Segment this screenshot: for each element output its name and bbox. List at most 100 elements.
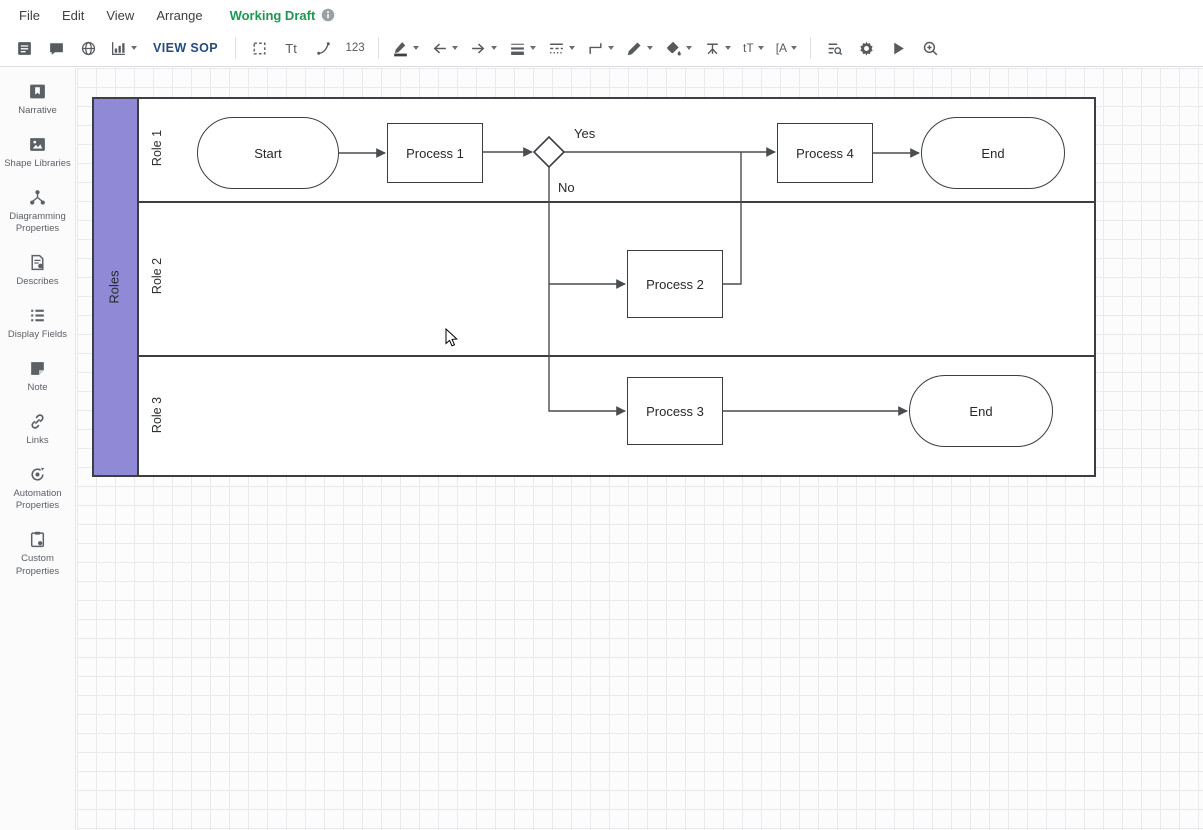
node-process3[interactable]: Process 3 <box>627 377 723 445</box>
chevron-down-icon <box>569 46 575 50</box>
node-process2[interactable]: Process 2 <box>627 250 723 318</box>
sidebar-item-label: Narrative <box>18 105 57 118</box>
text-format-label: [A <box>776 41 787 55</box>
chevron-down-icon <box>413 46 419 50</box>
chart-button[interactable] <box>104 34 143 62</box>
edge-label-yes[interactable]: Yes <box>574 126 595 141</box>
menu-view[interactable]: View <box>95 8 145 23</box>
menu-file[interactable]: File <box>8 8 51 23</box>
sidebar-item-label: Display Fields <box>8 329 67 342</box>
node-end-1[interactable]: End <box>921 117 1065 189</box>
text-tool-button[interactable]: Tt <box>275 34 307 62</box>
edge-label-no[interactable]: No <box>558 180 575 195</box>
view-sop-button[interactable]: VIEW SOP <box>143 34 228 62</box>
line-start-arrow-button[interactable] <box>425 34 464 62</box>
chevron-down-icon <box>530 46 536 50</box>
connector-tool-button[interactable] <box>307 34 339 62</box>
font-size-label: tT <box>743 41 754 55</box>
node-start[interactable]: Start <box>197 117 339 189</box>
text-format-button[interactable]: [A <box>770 34 803 62</box>
document-icon <box>16 40 33 57</box>
diagramming-properties-icon <box>28 188 47 207</box>
line-color-button[interactable] <box>386 34 425 62</box>
sidebar-item-narrative[interactable]: Narrative <box>2 82 74 118</box>
connector-shape-button[interactable] <box>581 34 620 62</box>
connector-icon <box>315 40 332 57</box>
sidebar-item-custom-properties[interactable]: Custom Properties <box>2 530 74 579</box>
sidebar-item-label: Diagramming Properties <box>2 211 74 237</box>
display-fields-icon <box>28 306 47 325</box>
comment-button[interactable] <box>40 34 72 62</box>
links-icon <box>28 412 47 431</box>
connector-decision-no-to-process3[interactable] <box>549 167 625 411</box>
sidebar-item-diagramming-properties[interactable]: Diagramming Properties <box>2 188 74 237</box>
pencil-icon <box>626 40 643 57</box>
sidebar-item-links[interactable]: Links <box>2 412 74 448</box>
line-style-icon <box>548 40 565 57</box>
settings-button[interactable] <box>850 34 882 62</box>
automation-properties-icon <box>28 465 47 484</box>
sidebar-item-display-fields[interactable]: Display Fields <box>2 306 74 342</box>
chevron-down-icon <box>686 46 692 50</box>
left-sidebar: Narrative Shape Libraries Diagramming Pr… <box>0 68 76 830</box>
marquee-select-button[interactable] <box>243 34 275 62</box>
document-status[interactable]: Working Draft <box>230 8 336 23</box>
sidebar-item-describes[interactable]: Describes <box>2 253 74 289</box>
conditional-formatting-icon <box>826 40 843 57</box>
line-style-button[interactable] <box>542 34 581 62</box>
zoom-button[interactable] <box>914 34 946 62</box>
node-process4[interactable]: Process 4 <box>777 123 873 183</box>
line-end-arrow-button[interactable] <box>464 34 503 62</box>
diagram-canvas[interactable]: Roles Role 1 Role 2 Role 3 Start Process… <box>77 68 1203 830</box>
decision-diamond[interactable] <box>534 137 564 167</box>
document-status-label: Working Draft <box>230 8 316 23</box>
menu-arrange[interactable]: Arrange <box>145 8 213 23</box>
line-color-icon <box>392 40 409 57</box>
font-size-button[interactable]: tT <box>737 34 770 62</box>
menu-edit[interactable]: Edit <box>51 8 95 23</box>
chevron-down-icon <box>452 46 458 50</box>
line-end-arrow-icon <box>470 40 487 57</box>
toolbar-separator <box>810 37 811 59</box>
narrative-icon <box>28 82 47 101</box>
play-icon <box>890 40 907 57</box>
sidebar-item-automation-properties[interactable]: Automation Properties <box>2 465 74 514</box>
toolbar-separator <box>378 37 379 59</box>
numbering-button[interactable]: 123 <box>339 34 371 62</box>
mouse-cursor <box>445 328 460 349</box>
border-color-button[interactable] <box>620 34 659 62</box>
marquee-select-icon <box>251 40 268 57</box>
globe-button[interactable] <box>72 34 104 62</box>
chevron-down-icon <box>608 46 614 50</box>
globe-icon <box>80 40 97 57</box>
comment-icon <box>48 40 65 57</box>
line-weight-button[interactable] <box>503 34 542 62</box>
node-process1[interactable]: Process 1 <box>387 123 483 183</box>
connection-points-button[interactable] <box>698 34 737 62</box>
sidebar-item-label: Note <box>27 382 47 395</box>
line-start-arrow-icon <box>431 40 448 57</box>
play-button[interactable] <box>882 34 914 62</box>
conditional-formatting-button[interactable] <box>818 34 850 62</box>
connector-shape-icon <box>587 40 604 57</box>
sidebar-item-label: Custom Properties <box>2 553 74 579</box>
toolbar: VIEW SOP Tt 123 <box>0 30 1203 67</box>
fill-color-button[interactable] <box>659 34 698 62</box>
chevron-down-icon <box>491 46 497 50</box>
node-end-2[interactable]: End <box>909 375 1053 447</box>
menu-bar: File Edit View Arrange Working Draft <box>0 0 1203 30</box>
zoom-icon <box>922 40 939 57</box>
document-button[interactable] <box>8 34 40 62</box>
line-weight-icon <box>509 40 526 57</box>
chevron-down-icon <box>647 46 653 50</box>
sidebar-item-note[interactable]: Note <box>2 359 74 395</box>
connector-process2-to-process4[interactable] <box>723 152 741 284</box>
sidebar-item-shape-libraries[interactable]: Shape Libraries <box>2 135 74 171</box>
chart-icon <box>110 40 127 57</box>
chevron-down-icon <box>131 46 137 50</box>
info-icon[interactable] <box>321 8 335 22</box>
note-icon <box>28 359 47 378</box>
chevron-down-icon <box>725 46 731 50</box>
chevron-down-icon <box>791 46 797 50</box>
connection-points-icon <box>704 40 721 57</box>
